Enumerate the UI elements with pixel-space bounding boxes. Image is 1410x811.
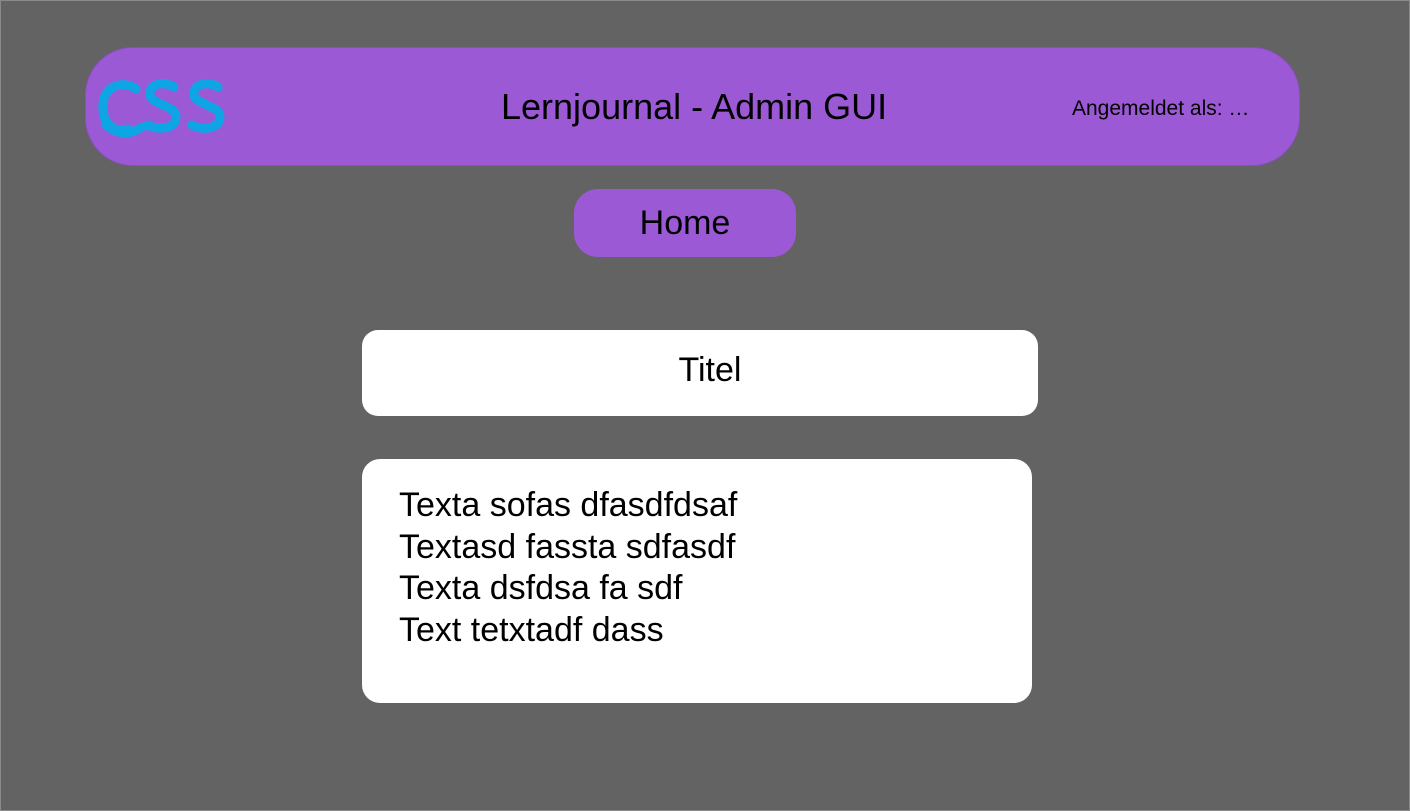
css-logo: CSS bbox=[96, 77, 226, 139]
entry-text-line: Text tetxtadf dass bbox=[399, 610, 664, 649]
home-button[interactable]: Home bbox=[574, 189, 796, 257]
entry-title: Titel bbox=[362, 330, 1038, 416]
css-logo-graphic bbox=[98, 79, 225, 138]
logo-label: CSS bbox=[226, 77, 227, 78]
user-status: Angemeldet als: … bbox=[1072, 97, 1250, 120]
entry-text-line: Texta dsfdsa fa sdf bbox=[399, 569, 683, 607]
page-title: Lernjournal - Admin GUI bbox=[501, 86, 888, 127]
entry-text-line: Textasd fassta sdfasdf bbox=[399, 527, 736, 566]
entry-text-line: Texta sofas dfasdfdsaf bbox=[399, 486, 738, 524]
app-header: CSS Lernjournal - Admin GUI Angemeldet a… bbox=[85, 47, 1300, 166]
entry-text-card: Texta sofas dfasdfdsaf Textasd fassta sd… bbox=[362, 459, 1032, 703]
